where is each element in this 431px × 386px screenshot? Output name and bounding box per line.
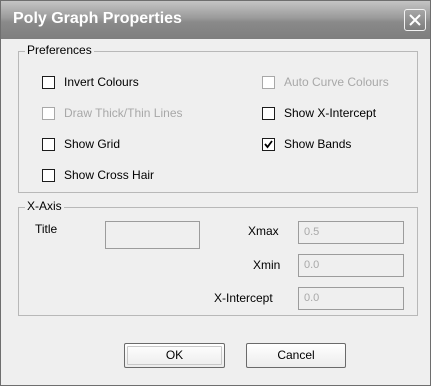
dialog-title: Poly Graph Properties [13,10,182,27]
checkbox-label: Draw Thick/Thin Lines [64,106,183,120]
checkbox-box[interactable] [42,138,55,151]
title-bar[interactable]: Poly Graph Properties [1,1,430,39]
checkbox-box[interactable] [262,76,275,89]
cancel-button[interactable]: Cancel [246,343,346,368]
checkbox-box[interactable] [262,138,275,151]
xmin-field[interactable]: 0.0 [298,254,404,277]
checkbox-box[interactable] [262,107,275,120]
checkbox-box[interactable] [42,107,55,120]
x-axis-legend: X-Axis [25,199,64,213]
title-label: Title [35,222,58,236]
xmin-label: Xmin [253,258,281,272]
ok-button[interactable]: OK [124,343,225,368]
x-intercept-label: X-Intercept [214,291,273,305]
ok-label: OK [165,348,184,362]
checkbox-label: Show Cross Hair [64,168,155,182]
checkbox-box[interactable] [42,169,55,182]
checkbox-box[interactable] [42,76,55,89]
checkbox-label: Show Grid [64,137,121,151]
close-icon [409,14,421,26]
xmax-label: Xmax [248,224,279,238]
title-field[interactable] [105,221,200,249]
checkbox-label: Auto Curve Colours [284,75,389,89]
checkbox-label: Show Bands [284,137,352,151]
checkbox-label: Show X-Intercept [284,106,377,120]
close-button[interactable] [404,9,426,31]
cancel-label: Cancel [277,348,315,362]
check-icon [264,140,273,149]
checkbox-label: Invert Colours [64,75,139,89]
dialog-window: Poly Graph Properties Preferences Invert… [0,0,431,386]
x-intercept-field[interactable]: 0.0 [298,287,404,310]
preferences-legend: Preferences [25,43,94,57]
xmax-field[interactable]: 0.5 [298,221,404,244]
